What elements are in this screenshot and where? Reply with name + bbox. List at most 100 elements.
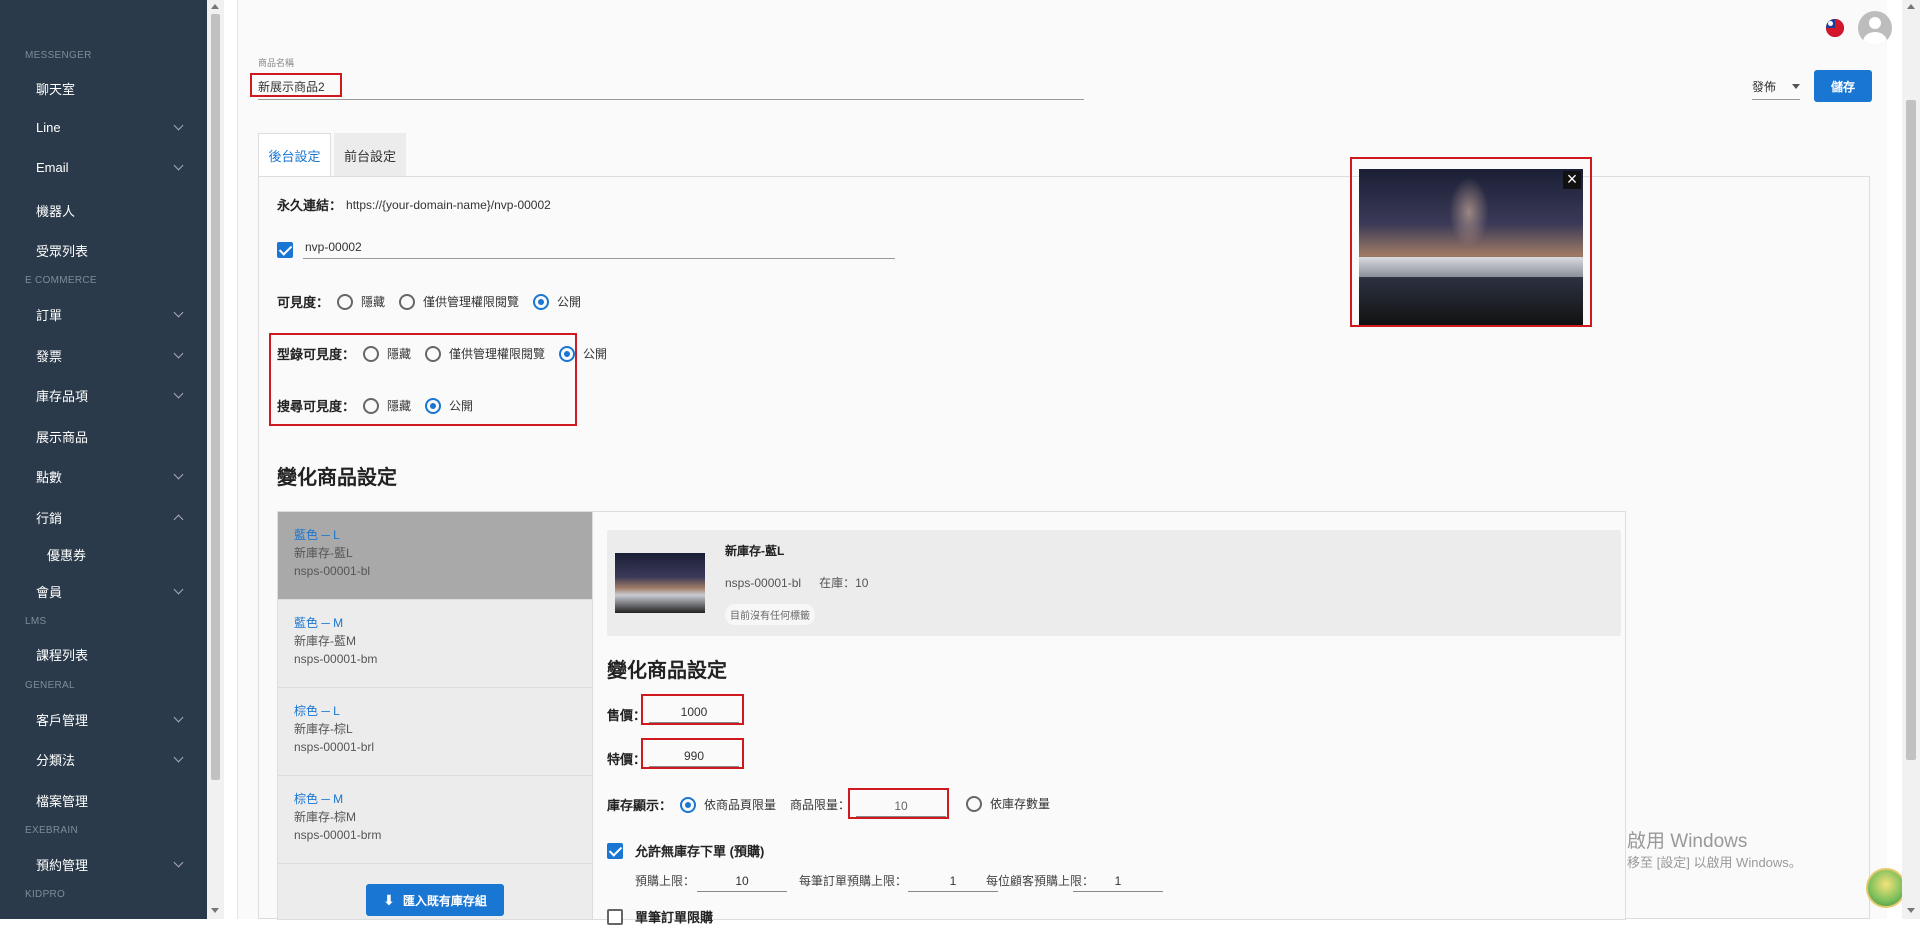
scroll-down-icon[interactable] (211, 908, 219, 913)
variation-item[interactable]: 藍色 ─ L 新庫存-藍L nsps-00001-bl (278, 512, 592, 600)
sidebar-item-bot[interactable]: 機器人 (36, 201, 186, 220)
option-label: 隱藏 (387, 399, 412, 413)
sidebar-item-label: 受眾列表 (36, 244, 89, 259)
sidebar-item-inventory[interactable]: 庫存品項 (36, 386, 186, 405)
tab-panel: 永久連結： https://{your-domain-name}/nvp-000… (258, 157, 1870, 925)
sidebar-item-display-products[interactable]: 展示商品 (36, 427, 186, 446)
sidebar-item-members[interactable]: 會員 (36, 582, 186, 601)
taiwan-flag-icon[interactable] (1826, 19, 1844, 37)
preorder-checkbox[interactable] (607, 842, 623, 859)
close-icon[interactable]: × (1563, 170, 1581, 189)
sidebar-item-orders[interactable]: 訂單 (36, 305, 186, 324)
scroll-up-icon[interactable] (1907, 4, 1915, 9)
variation-sku: nsps-00001-brm (294, 828, 382, 842)
scroll-up-icon[interactable] (211, 4, 219, 9)
sidebar-item-email[interactable]: Email (36, 160, 186, 175)
by-limit-option[interactable]: 依商品頁限量 (680, 796, 776, 813)
sidebar-item-label: 機器人 (36, 204, 76, 219)
sidebar-item-chat[interactable]: 聊天室 (36, 79, 186, 98)
sidebar-item-points[interactable]: 點數 (36, 467, 186, 486)
page-scrollbar[interactable] (1902, 0, 1920, 919)
visibility-hidden-option[interactable]: 隱藏 (337, 293, 385, 310)
stock-name: 新庫存-藍L (725, 544, 785, 558)
radio-icon (337, 293, 354, 310)
sidebar-item-line[interactable]: Line (36, 120, 186, 135)
radio-selected-icon (559, 345, 576, 362)
sidebar-item-courses[interactable]: 課程列表 (36, 645, 186, 664)
product-name-input[interactable]: 新展示商品2 (258, 78, 1084, 100)
variation-item[interactable]: 棕色 ─ M 新庫存-棕M nsps-00001-brm (278, 776, 592, 864)
by-stock-row: 依庫存數量 (966, 795, 1064, 815)
tab-frontend[interactable]: 前台設定 (334, 133, 406, 177)
single-limit-row: 單筆訂單限購 (607, 907, 713, 926)
preorder-label: 允許無庫存下單 (預購) (635, 844, 765, 859)
sidebar-item-coupons[interactable]: 優惠券 (47, 545, 197, 564)
by-stock-option[interactable]: 依庫存數量 (966, 795, 1050, 812)
sale-price-input[interactable]: 990 (649, 749, 739, 767)
slug-row: nvp-00002 (277, 240, 895, 259)
visibility-admin-option[interactable]: 僅供管理權限閱覽 (399, 293, 519, 310)
section-label: GENERAL (25, 680, 75, 691)
sidebar-item-taxonomy[interactable]: 分類法 (36, 750, 186, 769)
catalog-admin-option[interactable]: 僅供管理權限閱覽 (425, 345, 545, 362)
variation-sku: nsps-00001-bm (294, 652, 378, 666)
single-limit-checkbox[interactable] (607, 908, 623, 925)
sidebar-item-label: 點數 (36, 470, 63, 485)
publish-select[interactable]: 發佈 (1752, 78, 1800, 100)
search-public-option[interactable]: 公開 (425, 397, 473, 414)
preorder-row: 允許無庫存下單 (預購) (607, 841, 764, 860)
product-card: 商品名稱 新展示商品2 發佈 儲存 後台設定 前台設定 永久連結： https:… (237, 0, 1892, 925)
slug-checkbox[interactable] (277, 241, 293, 258)
import-inventory-button[interactable]: ⬇ 匯入既有庫存組 (366, 884, 504, 916)
scrollbar-thumb[interactable] (211, 14, 220, 780)
sidebar-item-marketing[interactable]: 行銷 (36, 508, 186, 527)
product-name-label: 商品名稱 (258, 58, 295, 68)
sidebar: MESSENGER 聊天室 Line Email 機器人 受眾列表 E COMM… (0, 0, 207, 919)
sidebar-item-customers[interactable]: 客戶管理 (36, 710, 186, 729)
per-customer-input[interactable]: 1 (1073, 874, 1163, 892)
sidebar-item-label: 分類法 (36, 753, 76, 768)
cloud-layer (1359, 257, 1583, 277)
visibility-row: 可見度： 隱藏 僅供管理權限閱覽 公開 (277, 292, 595, 311)
variation-title: 藍色 ─ M (294, 616, 344, 630)
assistant-avatar-icon[interactable] (1866, 868, 1906, 908)
scroll-down-icon[interactable] (1907, 908, 1915, 913)
slug-input[interactable]: nvp-00002 (303, 240, 895, 259)
stock-thumbnail (615, 553, 705, 613)
sidebar-item-invoice[interactable]: 發票 (36, 346, 186, 365)
tab-backend[interactable]: 後台設定 (258, 133, 331, 177)
variation-item[interactable]: 藍色 ─ M 新庫存-藍M nsps-00001-bm (278, 600, 592, 688)
limit-label: 商品限量： (790, 798, 851, 812)
variation-list: 藍色 ─ L 新庫存-藍L nsps-00001-bl 藍色 ─ M 新庫存-藍M ns… (277, 511, 593, 920)
radio-selected-icon (425, 397, 442, 414)
per-order-input[interactable]: 1 (908, 874, 998, 892)
per-order-label: 每筆訂單預購上限： (799, 874, 908, 888)
radio-icon (425, 345, 442, 362)
sidebar-item-label: 檔案管理 (36, 794, 89, 809)
stock-count: 在庫：10 (819, 576, 869, 590)
limit-input[interactable]: 10 (856, 799, 946, 817)
catalog-public-option[interactable]: 公開 (559, 345, 607, 362)
variation-item[interactable]: 棕色 ─ L 新庫存-棕L nsps-00001-brl (278, 688, 592, 776)
permalink-value[interactable]: https://{your-domain-name}/nvp-00002 (346, 198, 551, 212)
search-visibility-row: 搜尋可見度： 隱藏 公開 (277, 396, 487, 415)
slug-value: nvp-00002 (305, 240, 362, 254)
price-input[interactable]: 1000 (649, 705, 739, 723)
variation-title: 藍色 ─ L (294, 528, 340, 542)
variation-name: 新庫存-藍M (294, 634, 356, 648)
sidebar-item-files[interactable]: 檔案管理 (36, 791, 186, 810)
chevron-down-icon (173, 120, 184, 131)
sidebar-item-audience[interactable]: 受眾列表 (36, 241, 186, 260)
radio-icon (399, 293, 416, 310)
chevron-down-icon (173, 469, 184, 480)
catalog-hidden-option[interactable]: 隱藏 (363, 345, 411, 362)
visibility-public-option[interactable]: 公開 (533, 293, 581, 310)
scrollbar-thumb[interactable] (1906, 100, 1916, 760)
save-button[interactable]: 儲存 (1814, 70, 1872, 102)
sidebar-item-booking[interactable]: 預約管理 (36, 855, 186, 874)
search-hidden-option[interactable]: 隱藏 (363, 397, 411, 414)
stock-sku: nsps-00001-bl (725, 576, 802, 590)
user-avatar-icon[interactable] (1858, 11, 1892, 45)
preorder-max-input[interactable]: 10 (697, 874, 787, 892)
sidebar-scrollbar[interactable] (207, 0, 224, 919)
